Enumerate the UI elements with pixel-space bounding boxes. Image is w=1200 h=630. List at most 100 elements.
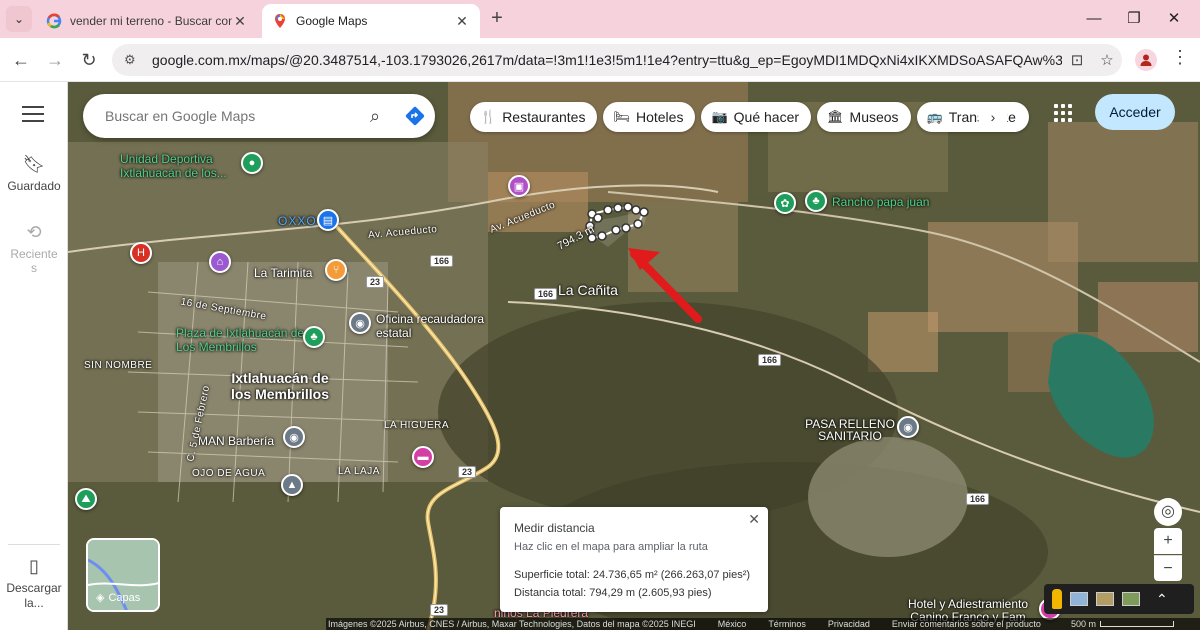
place-la-tarimita[interactable]: La Tarimita [254,266,312,280]
imagery-thumb[interactable] [1070,592,1088,606]
hospital-pin-icon[interactable]: H [130,242,152,264]
layers-label: Capas [108,591,141,604]
chip-things-to-do[interactable]: 📷 Qué hacer [701,102,812,132]
chip-transport[interactable]: 🚌Transporte [916,102,1029,132]
sign-in-button[interactable]: Acceder [1095,94,1175,130]
place-man-barberia[interactable]: MAN Barbería [198,434,274,448]
area-la-canita: La Cañita [558,282,618,298]
hotel-pin-icon[interactable]: ▬ [412,446,434,468]
measure-distance-card: Medir distancia Haz clic en el mapa para… [500,507,768,612]
back-arrow-icon[interactable]: ← [8,47,34,73]
sports-pin-icon[interactable]: ● [241,152,263,174]
my-location-icon[interactable]: ◎ [1154,498,1182,526]
measure-distance: Distancia total: 794,29 m (2.605,93 pies… [514,587,712,599]
layers-button[interactable]: ◈ Capas [86,538,160,612]
reload-icon[interactable]: ↻ [76,47,102,73]
barber-pin-icon[interactable]: ◉ [283,426,305,448]
chip-museums[interactable]: 🏛 Museos [817,102,911,132]
shopping-pin-icon[interactable]: ▣ [508,175,530,197]
school-pin-icon[interactable]: ▲ [281,474,303,496]
street-view-bar[interactable]: ⌃ [1044,584,1194,614]
imagery-thumb[interactable] [1122,592,1140,606]
measure-title: Medir distancia [514,521,595,535]
browser-menu-icon[interactable]: ⋮ [1170,47,1190,68]
map-footer: Imágenes ©2025 Airbus, CNES / Airbus, Ma… [326,618,1200,630]
new-tab-button[interactable]: + [486,8,508,30]
chip-restaurants[interactable]: 🍴 Restaurantes [470,102,598,132]
maps-side-rail: 🔖︎ Guardado ⟲ Recientes ▯ Descargar la..… [0,82,68,630]
scale-bar[interactable]: 500 m [1071,619,1174,629]
garden-pin-icon[interactable]: ✿ [774,192,796,214]
area-sin-nombre: SIN NOMBRE [84,360,153,371]
place-oxxo[interactable]: OXXO [278,214,317,228]
restaurant-pin-icon[interactable]: ⑂ [325,259,347,281]
directions-icon[interactable] [395,106,435,126]
worship-pin-icon[interactable]: ⌂ [209,251,231,273]
maximize-button[interactable]: ❐ [1114,6,1154,32]
tab-search-dropdown-icon[interactable]: ⌄ [6,6,32,32]
terms-link[interactable]: Términos [768,619,806,629]
forward-arrow-icon[interactable]: → [42,47,68,73]
office-pin-icon[interactable]: ◉ [349,312,371,334]
bus-icon: 🚌 [926,109,943,124]
privacy-link[interactable]: Privacidad [828,619,870,629]
site-settings-icon[interactable]: ⚙ [124,52,144,68]
bookmark-star-icon[interactable]: ☆ [1092,51,1122,69]
country-link[interactable]: México [718,619,747,629]
tab-google-search[interactable]: vender mi terreno - Buscar con ✕ [36,4,258,38]
tab-title: Google Maps [296,14,368,28]
imagery-credit: Imágenes ©2025 Airbus, CNES / Airbus, Ma… [328,619,696,629]
window-close-button[interactable]: ✕ [1154,6,1194,32]
place-pasa-relleno[interactable]: PASA RELLENO SANITARIO [800,418,900,442]
profile-avatar-icon[interactable] [1135,49,1157,71]
chip-label: Museos [849,109,899,125]
saved-button[interactable]: 🔖︎ Guardado [0,154,68,193]
imagery-thumb[interactable] [1096,592,1114,606]
minimize-button[interactable]: — [1074,6,1114,32]
maps-pin-icon [275,14,285,28]
tab-title: vender mi terreno - Buscar con [70,14,232,28]
bed-icon: 🛏 [613,109,630,124]
zoom-out-button[interactable]: − [1154,555,1182,581]
search-input[interactable] [105,108,355,124]
feedback-link[interactable]: Enviar comentarios sobre el producto [892,619,1041,629]
chip-label: Qué hacer [733,109,800,125]
area-la-higuera: LA HIGUERA [384,420,450,431]
chevron-right-icon[interactable]: › [978,102,1008,132]
rail-divider [8,544,60,545]
close-icon[interactable]: ✕ [748,511,760,528]
satellite-map[interactable]: 794.3 m Unidad Deportiva Ixtlahuacán de … [68,82,1200,630]
place-rancho-papa-juan[interactable]: Rancho papa juan [832,195,929,209]
tab-close-icon[interactable]: ✕ [232,13,248,30]
park-pin-icon[interactable]: ♣ [303,326,325,348]
tab-close-icon[interactable]: ✕ [454,13,470,30]
scale-label: 500 m [1070,619,1096,629]
hiking-pin-icon[interactable]: ⛰ [75,488,97,510]
ranch-pin-icon[interactable]: ♣ [805,190,827,212]
browser-toolbar: ← → ↻ ⚙ google.com.mx/maps/@20.3487514,-… [0,38,1200,82]
road-shield-23: 23 [430,604,449,616]
address-bar[interactable]: ⚙ google.com.mx/maps/@20.3487514,-103.17… [112,44,1122,76]
history-icon: ⟲ [26,222,42,242]
place-plaza[interactable]: Plaza de Ixtlahuacán de Los Membrillos [176,326,316,354]
maps-search-box[interactable]: ⌕ [83,94,435,138]
place-oficina[interactable]: Oficina recaudadora estatal [376,312,506,340]
store-pin-icon[interactable]: ▤ [317,209,339,231]
chip-hotels[interactable]: 🛏 Hoteles [603,102,696,132]
road-shield-166: 166 [758,354,782,366]
install-app-icon[interactable]: ⊡ [1062,51,1092,69]
hamburger-menu-icon[interactable] [22,106,44,127]
place-unidad-deportiva[interactable]: Unidad Deportiva Ixtlahuacán de los... [120,152,240,180]
recents-button[interactable]: ⟲ Recientes [0,222,68,275]
measure-hint: Haz clic en el mapa para ampliar la ruta [514,541,708,553]
fork-knife-icon: 🍴 [480,109,497,124]
expand-up-icon[interactable]: ⌃ [1156,591,1168,608]
search-icon[interactable]: ⌕ [355,106,395,127]
zoom-in-button[interactable]: + [1154,528,1182,554]
url-text[interactable]: google.com.mx/maps/@20.3487514,-103.1793… [152,52,1062,68]
google-apps-icon[interactable] [1054,104,1072,122]
landfill-pin-icon[interactable]: ◉ [897,416,919,438]
tab-google-maps[interactable]: Google Maps ✕ [262,4,480,38]
download-app-button[interactable]: ▯ Descargar la... [0,556,68,611]
pegman-icon[interactable] [1052,589,1062,609]
